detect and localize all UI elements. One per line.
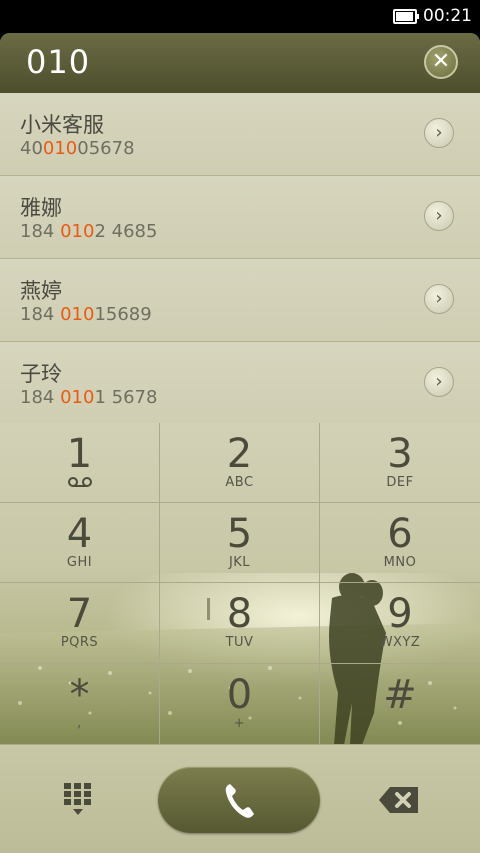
number-match: 010 [60, 387, 95, 408]
key-letters: PQRS [60, 635, 99, 650]
dialer-header: 010 ✕ [0, 33, 480, 93]
key-letters: DEF [386, 475, 414, 490]
phone-icon [225, 784, 254, 818]
contact-row[interactable]: 子玲 184 0101 5678 › [0, 342, 480, 425]
key-3[interactable]: 3 DEF [320, 423, 480, 503]
close-icon[interactable]: ✕ [424, 45, 458, 79]
backspace-icon[interactable] [378, 785, 420, 815]
key-0[interactable]: 0 + [160, 664, 320, 745]
key-7[interactable]: 7 PQRS [0, 583, 160, 664]
key-5[interactable]: 5 JKL [160, 503, 320, 583]
key-digit: 7 [66, 591, 93, 637]
voicemail-icon [68, 477, 92, 487]
keypad-grid: 1 2 ABC 3 DEF 4 GHI 5 JKL 6 MNO 7 PQRS 8… [0, 423, 480, 745]
key-digit: 2 [226, 431, 253, 477]
dial-keypad: 1 2 ABC 3 DEF 4 GHI 5 JKL 6 MNO 7 PQRS 8… [0, 423, 480, 745]
key-6[interactable]: 6 MNO [320, 503, 480, 583]
key-letters: GHI [66, 555, 93, 570]
contact-name: 子玲 [20, 362, 62, 386]
key-digit: 3 [387, 431, 413, 477]
key-letters: TUV [225, 635, 254, 650]
dialed-number: 010 [26, 43, 91, 81]
key-digit: 1 [66, 431, 93, 477]
key-digit: 9 [387, 591, 413, 637]
chevron-right-icon[interactable]: › [424, 118, 454, 148]
number-match: 010 [42, 138, 78, 159]
status-bar: 00:21 [0, 0, 480, 33]
key-digit: 5 [226, 511, 253, 557]
contact-row[interactable]: 小米客服 4001005678 › [0, 93, 480, 176]
key-hash[interactable]: # [320, 664, 480, 745]
key-9[interactable]: 9 WXYZ [320, 583, 480, 664]
contact-number: 184 0102 4685 [20, 221, 158, 242]
contact-name: 燕婷 [20, 279, 62, 303]
key-digit: # [383, 672, 417, 718]
battery-icon [393, 8, 419, 24]
number-match: 010 [60, 304, 95, 325]
key-8[interactable]: 8 TUV [160, 583, 320, 664]
contact-row[interactable]: 燕婷 184 01015689 › [0, 259, 480, 342]
dialpad-icon[interactable] [62, 781, 94, 817]
number-match: 010 [60, 221, 95, 242]
key-digit: 4 [66, 511, 93, 557]
contact-row[interactable]: 雅娜 184 0102 4685 › [0, 176, 480, 259]
contact-name: 雅娜 [20, 196, 62, 220]
chevron-right-icon[interactable]: › [424, 201, 454, 231]
key-letters: MNO [383, 555, 417, 570]
key-letters: , [77, 716, 82, 731]
contact-name: 小米客服 [20, 113, 104, 137]
key-letters: JKL [228, 555, 251, 570]
contact-suggestions: 小米客服 4001005678 › 雅娜 184 0102 4685 › 燕婷 … [0, 93, 480, 425]
key-digit: * [69, 672, 90, 718]
status-time: 00:21 [423, 6, 472, 26]
call-button[interactable] [158, 767, 320, 833]
key-1[interactable]: 1 [0, 423, 160, 503]
contact-number: 184 0101 5678 [20, 387, 158, 408]
key-digit: 8 [226, 591, 253, 637]
chevron-right-icon[interactable]: › [424, 367, 454, 397]
key-digit: 0 [226, 672, 253, 718]
key-digit: 6 [387, 511, 413, 557]
dialer-app: 010 ✕ 小米客服 4001005678 › 雅娜 184 0102 4685… [0, 33, 480, 853]
key-2[interactable]: 2 ABC [160, 423, 320, 503]
key-4[interactable]: 4 GHI [0, 503, 160, 583]
key-star[interactable]: * , [0, 664, 160, 745]
chevron-right-icon[interactable]: › [424, 284, 454, 314]
contact-number: 184 01015689 [20, 304, 152, 325]
key-letters: ABC [225, 475, 254, 490]
key-letters: + [233, 716, 246, 731]
contact-number: 4001005678 [20, 138, 135, 159]
dialer-actions [0, 745, 480, 853]
key-letters: WXYZ [379, 635, 421, 650]
